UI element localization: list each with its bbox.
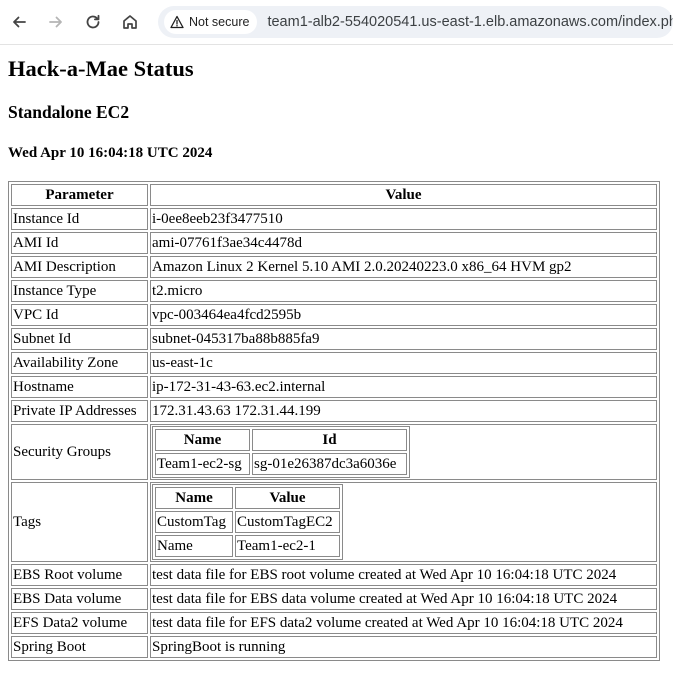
- row-label-availability-zone: Availability Zone: [11, 352, 148, 374]
- forward-button[interactable]: [38, 4, 74, 40]
- row-label-ami-id: AMI Id: [11, 232, 148, 254]
- row-value-ebs-root: test data file for EBS root volume creat…: [150, 564, 657, 586]
- row-label-ebs-root: EBS Root volume: [11, 564, 148, 586]
- tag-row: CustomTag CustomTagEC2: [155, 511, 340, 533]
- page-content: Hack-a-Mae Status Standalone EC2 Wed Apr…: [0, 56, 673, 661]
- table-row: VPC Id vpc-003464ea4fcd2595b: [11, 304, 657, 326]
- row-value-instance-id: i-0ee8eeb23f3477510: [150, 208, 657, 230]
- row-value-ebs-data: test data file for EBS data volume creat…: [150, 588, 657, 610]
- home-button[interactable]: [112, 4, 148, 40]
- table-row: EBS Data volume test data file for EBS d…: [11, 588, 657, 610]
- table-row: EFS Data2 volume test data file for EFS …: [11, 612, 657, 634]
- tags-header-row: Name Value: [155, 487, 340, 509]
- row-value-instance-type: t2.micro: [150, 280, 657, 302]
- table-row: EBS Root volume test data file for EBS r…: [11, 564, 657, 586]
- sg-header-id: Id: [252, 429, 407, 451]
- table-row: Private IP Addresses 172.31.43.63 172.31…: [11, 400, 657, 422]
- reload-button[interactable]: [75, 4, 111, 40]
- security-groups-header-row: Name Id: [155, 429, 407, 451]
- arrow-left-icon: [13, 16, 26, 28]
- url-text[interactable]: team1-alb2-554020541.us-east-1.elb.amazo…: [267, 14, 673, 30]
- row-label-tags: Tags: [11, 482, 148, 562]
- page-subtitle: Standalone EC2: [8, 102, 130, 122]
- row-label-private-ips: Private IP Addresses: [11, 400, 148, 422]
- reload-icon: [86, 14, 100, 29]
- table-row: Hostname ip-172-31-43-63.ec2.internal: [11, 376, 657, 398]
- row-value-ami-id: ami-07761f3ae34c4478d: [150, 232, 657, 254]
- tag-value: Team1-ec2-1: [235, 535, 340, 557]
- status-table: Parameter Value Instance Id i-0ee8eeb23f…: [8, 181, 660, 661]
- sg-id: sg-01e26387dc3a6036e: [252, 453, 407, 475]
- table-header-row: Parameter Value: [11, 184, 657, 206]
- row-label-instance-id: Instance Id: [11, 208, 148, 230]
- page-timestamp: Wed Apr 10 16:04:18 UTC 2024: [8, 145, 213, 161]
- tags-table: Name Value CustomTag CustomTagEC2 Name T…: [152, 484, 343, 560]
- header-parameter: Parameter: [11, 184, 148, 206]
- row-value-efs-data2: test data file for EFS data2 volume crea…: [150, 612, 657, 634]
- row-value-hostname: ip-172-31-43-63.ec2.internal: [150, 376, 657, 398]
- tag-name: Name: [155, 535, 233, 557]
- row-value-private-ips: 172.31.43.63 172.31.44.199: [150, 400, 657, 422]
- table-row: Security Groups Name Id Team1-ec2-sg sg-…: [11, 424, 657, 480]
- row-label-spring-boot: Spring Boot: [11, 636, 148, 658]
- security-label: Not secure: [189, 15, 250, 29]
- row-label-vpc-id: VPC Id: [11, 304, 148, 326]
- table-row: Subnet Id subnet-045317ba88b885fa9: [11, 328, 657, 350]
- header-value: Value: [150, 184, 657, 206]
- row-label-ebs-data: EBS Data volume: [11, 588, 148, 610]
- sg-header-name: Name: [155, 429, 250, 451]
- table-row: Instance Id i-0ee8eeb23f3477510: [11, 208, 657, 230]
- warning-triangle-icon: [170, 15, 184, 29]
- home-icon: [123, 15, 137, 29]
- browser-toolbar: Not secure team1-alb2-554020541.us-east-…: [0, 0, 673, 45]
- row-value-spring-boot: SpringBoot is running: [150, 636, 657, 658]
- row-label-security-groups: Security Groups: [11, 424, 148, 480]
- table-row: AMI Description Amazon Linux 2 Kernel 5.…: [11, 256, 657, 278]
- row-value-security-groups: Name Id Team1-ec2-sg sg-01e26387dc3a6036…: [150, 424, 657, 480]
- row-value-availability-zone: us-east-1c: [150, 352, 657, 374]
- back-button[interactable]: [1, 4, 37, 40]
- row-value-vpc-id: vpc-003464ea4fcd2595b: [150, 304, 657, 326]
- tag-row: Name Team1-ec2-1: [155, 535, 340, 557]
- table-row: Tags Name Value CustomTag CustomTagEC2 N…: [11, 482, 657, 562]
- tag-header-name: Name: [155, 487, 233, 509]
- table-row: AMI Id ami-07761f3ae34c4478d: [11, 232, 657, 254]
- row-label-subnet-id: Subnet Id: [11, 328, 148, 350]
- row-label-hostname: Hostname: [11, 376, 148, 398]
- tag-header-value: Value: [235, 487, 340, 509]
- table-row: Availability Zone us-east-1c: [11, 352, 657, 374]
- row-label-efs-data2: EFS Data2 volume: [11, 612, 148, 634]
- row-value-tags: Name Value CustomTag CustomTagEC2 Name T…: [150, 482, 657, 562]
- row-value-ami-description: Amazon Linux 2 Kernel 5.10 AMI 2.0.20240…: [150, 256, 657, 278]
- security-indicator[interactable]: Not secure: [164, 10, 258, 34]
- security-group-row: Team1-ec2-sg sg-01e26387dc3a6036e: [155, 453, 407, 475]
- row-label-ami-description: AMI Description: [11, 256, 148, 278]
- tag-value: CustomTagEC2: [235, 511, 340, 533]
- table-row: Spring Boot SpringBoot is running: [11, 636, 657, 658]
- table-row: Instance Type t2.micro: [11, 280, 657, 302]
- sg-name: Team1-ec2-sg: [155, 453, 250, 475]
- row-value-subnet-id: subnet-045317ba88b885fa9: [150, 328, 657, 350]
- arrow-right-icon: [49, 16, 62, 28]
- page-title: Hack-a-Mae Status: [8, 56, 194, 81]
- tag-name: CustomTag: [155, 511, 233, 533]
- security-groups-table: Name Id Team1-ec2-sg sg-01e26387dc3a6036…: [152, 426, 410, 478]
- address-bar[interactable]: Not secure team1-alb2-554020541.us-east-…: [158, 6, 673, 38]
- row-label-instance-type: Instance Type: [11, 280, 148, 302]
